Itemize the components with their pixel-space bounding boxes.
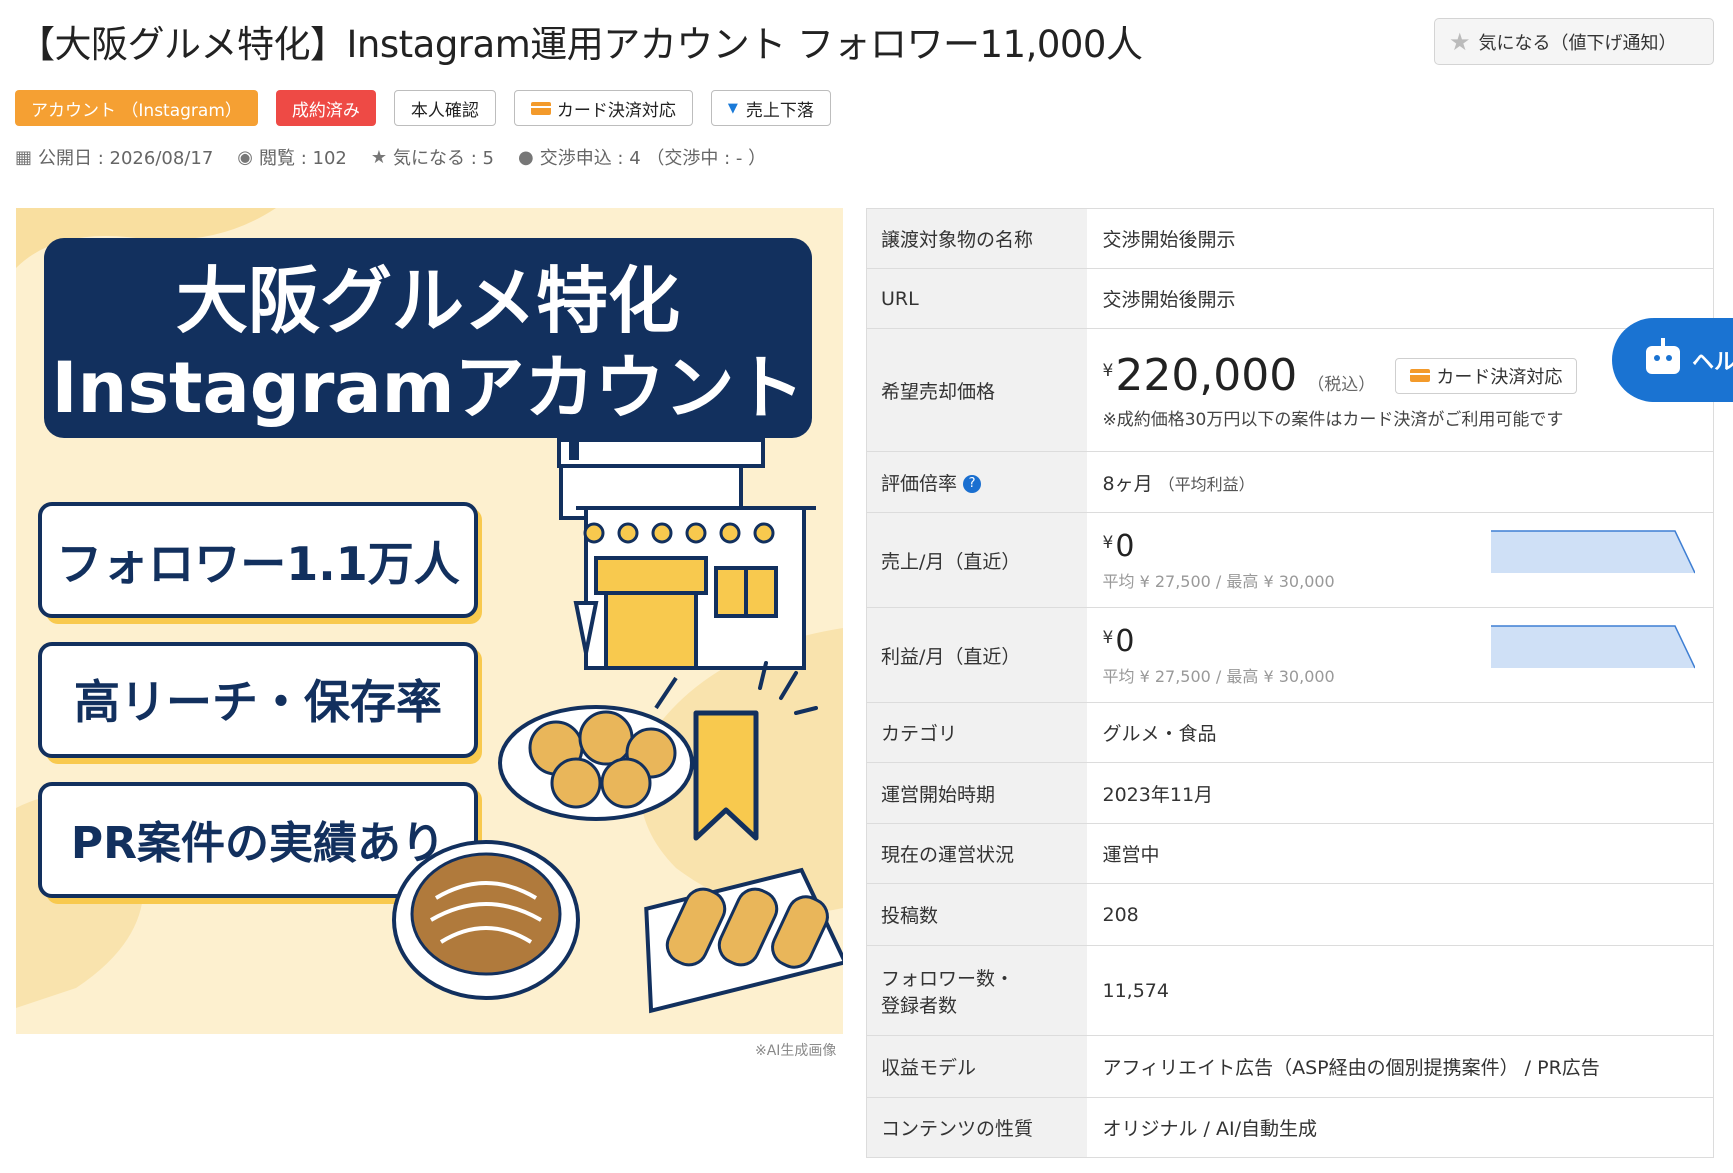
tag-sales-decline: ▼ 売上下落 (710, 90, 831, 126)
hero-headline-2: Instagramアカウント (51, 347, 804, 429)
price-tax: （税込） (1307, 375, 1376, 395)
value-category: グルメ・食品 (1086, 702, 1714, 763)
row-category: カテゴリ グルメ・食品 (866, 702, 1714, 763)
label-followers-line2: 登録者数 (881, 994, 958, 1017)
hero-point-3: PR案件の実績あり (71, 818, 445, 869)
card-icon (1410, 369, 1431, 382)
row-posts: 投稿数 208 (866, 883, 1714, 946)
value-multiple: 8ヶ月 （平均利益） (1086, 451, 1714, 513)
tag-list: アカウント （Instagram） 成約済み 本人確認 カード決済対応 ▼ 売上下… (15, 90, 831, 126)
meta-published: ▦ 公開日 : 2026/08/17 (15, 144, 213, 170)
row-status: 現在の運営状況 運営中 (866, 823, 1714, 884)
tag-identity-verified: 本人確認 (393, 90, 496, 126)
row-url: URL 交渉開始後開示 (866, 268, 1714, 329)
card-payment-badge-label: カード決済対応 (1436, 366, 1563, 388)
label-revenue: 収益モデル (866, 1035, 1087, 1098)
sales-yen: ¥ (1102, 532, 1114, 553)
listing-details-table: 譲渡対象物の名称 交渉開始後開示 URL 交渉開始後開示 希望売却価格 ¥220… (866, 208, 1714, 1158)
page-title: 【大阪グルメ特化】Instagram運用アカウント フォロワー11,000人 (18, 23, 1143, 66)
row-content: コンテンツの性質 オリジナル / AI/自動生成 (866, 1097, 1714, 1158)
star-icon: ★ (370, 146, 388, 168)
eye-icon: ◉ (237, 146, 253, 168)
row-start: 運営開始時期 2023年11月 (866, 762, 1714, 824)
price-yen: ¥ (1102, 361, 1114, 381)
row-followers: フォロワー数・ 登録者数 11,574 (866, 945, 1714, 1036)
price-amount: 220,000 (1115, 350, 1298, 401)
chat-icon: ● (517, 146, 534, 168)
label-price: 希望売却価格 (866, 328, 1087, 452)
value-name: 交渉開始後開示 (1086, 208, 1714, 269)
profit-sparkline (1491, 625, 1695, 669)
meta-published-text: 公開日 : 2026/08/17 (38, 148, 214, 169)
row-multiple: 評価倍率? 8ヶ月 （平均利益） (866, 451, 1714, 513)
row-price: 希望売却価格 ¥220,000 （税込） カード決済対応 ※成約価格30万円以下の… (866, 328, 1714, 452)
meta-views-text: 閲覧 : 102 (259, 148, 347, 169)
robot-icon (1646, 338, 1680, 374)
value-start: 2023年11月 (1086, 762, 1714, 824)
value-followers: 11,574 (1086, 945, 1714, 1036)
help-icon[interactable]: ? (963, 475, 982, 493)
help-chat-label: ヘル (1692, 350, 1733, 375)
value-posts: 208 (1086, 883, 1714, 946)
sales-sparkline (1491, 530, 1695, 574)
meta-negotiations-text: 交渉申込 : 4 （交渉中 : - ） (539, 148, 767, 169)
value-sales: ¥0 平均 ¥ 27,500 / 最高 ¥ 30,000 (1086, 512, 1714, 608)
label-name: 譲渡対象物の名称 (866, 208, 1087, 269)
chevron-down-icon: ▼ (727, 100, 738, 116)
label-status: 現在の運営状況 (866, 823, 1087, 884)
label-category: カテゴリ (866, 702, 1087, 763)
ai-image-note: ※AI生成画像 (755, 1043, 837, 1059)
row-profit: 利益/月（直近） ¥0 平均 ¥ 27,500 / 最高 ¥ 30,000 (866, 607, 1714, 703)
favorite-button-label: 気になる（値下げ通知） (1478, 32, 1677, 54)
row-revenue: 収益モデル アフィリエイト広告（ASP経由の個別提携案件） / PR広告 (866, 1035, 1714, 1098)
row-sales: 売上/月（直近） ¥0 平均 ¥ 27,500 / 最高 ¥ 30,000 (866, 512, 1714, 608)
multiple-value: 8ヶ月 (1102, 472, 1159, 495)
hero-point-1: フォロワー1.1万人 (56, 537, 460, 591)
help-chat-button[interactable]: ヘル (1612, 318, 1733, 402)
tag-category[interactable]: アカウント （Instagram） (15, 90, 258, 126)
tag-card-payment: カード決済対応 (513, 90, 693, 126)
row-name: 譲渡対象物の名称 交渉開始後開示 (866, 208, 1714, 269)
meta-negotiations: ● 交渉申込 : 4 （交渉中 : - ） (518, 144, 766, 170)
label-multiple-text: 評価倍率 (881, 472, 958, 495)
label-posts: 投稿数 (866, 883, 1087, 946)
value-content: オリジナル / AI/自動生成 (1086, 1097, 1714, 1158)
hero-image: 大阪グルメ特化 Instagramアカウント フォロワー1.1万人 高リーチ・保… (16, 208, 843, 1034)
meta-views: ◉ 閲覧 : 102 (237, 144, 347, 170)
label-profit: 利益/月（直近） (866, 607, 1087, 703)
card-icon (530, 101, 551, 115)
meta-favorites-text: 気になる : 5 (393, 148, 494, 169)
profit-yen: ¥ (1102, 627, 1114, 648)
multiple-sub: （平均利益） (1158, 474, 1255, 494)
label-url: URL (866, 268, 1087, 329)
label-sales: 売上/月（直近） (866, 512, 1087, 608)
value-profit: ¥0 平均 ¥ 27,500 / 最高 ¥ 30,000 (1086, 607, 1714, 703)
label-multiple: 評価倍率? (866, 451, 1087, 513)
label-followers-line1: フォロワー数・ (881, 967, 1015, 990)
hero-headline-1: 大阪グルメ特化 (176, 259, 680, 343)
label-start: 運営開始時期 (866, 762, 1087, 824)
value-status: 運営中 (1086, 823, 1714, 884)
tag-status-sold: 成約済み (275, 90, 376, 126)
label-content: コンテンツの性質 (866, 1097, 1087, 1158)
tag-card-payment-label: カード決済対応 (556, 100, 676, 121)
star-icon: ★ (1449, 27, 1471, 56)
hero-point-2: 高リーチ・保存率 (74, 675, 442, 729)
value-revenue: アフィリエイト広告（ASP経由の個別提携案件） / PR広告 (1086, 1035, 1714, 1098)
value-url: 交渉開始後開示 (1086, 268, 1714, 329)
meta-favorites: ★ 気になる : 5 (371, 144, 494, 170)
listing-meta: ▦ 公開日 : 2026/08/17 ◉ 閲覧 : 102 ★ 気になる : 5 ● 交… (15, 144, 766, 170)
card-payment-badge: カード決済対応 (1395, 357, 1578, 394)
price-note: ※成約価格30万円以下の案件はカード決済がご利用可能です (1102, 410, 1564, 430)
tag-sales-decline-label: 売上下落 (745, 100, 814, 121)
sales-amount: 0 (1115, 528, 1135, 564)
label-followers: フォロワー数・ 登録者数 (866, 945, 1087, 1036)
profit-amount: 0 (1115, 623, 1135, 659)
calendar-icon: ▦ (15, 146, 33, 168)
favorite-button[interactable]: ★ 気になる（値下げ通知） (1434, 18, 1714, 65)
